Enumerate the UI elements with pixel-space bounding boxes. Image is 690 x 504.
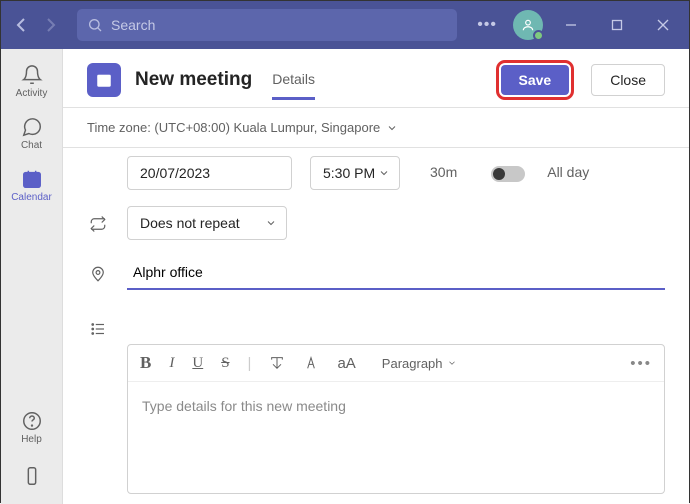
bold-button[interactable]: B [140,353,151,373]
editor-more-button[interactable]: ••• [630,355,652,372]
font-color-button[interactable] [303,355,319,371]
rail-device[interactable] [4,458,60,494]
content-area: New meeting Details Save Close Time zone… [63,49,689,504]
rail-calendar[interactable]: Calendar [4,160,60,210]
location-icon [87,263,109,285]
font-size-button[interactable]: aA [337,355,355,372]
rail-activity-label: Activity [16,88,48,99]
maximize-button[interactable] [599,7,635,43]
italic-button[interactable]: I [169,355,174,372]
search-icon [87,17,103,33]
highlight-button[interactable] [269,355,285,371]
paragraph-dropdown[interactable]: Paragraph [382,356,457,371]
page-title: New meeting [135,69,252,91]
rail-help-label: Help [21,434,42,445]
back-button[interactable] [9,13,33,37]
forward-button[interactable] [39,13,63,37]
timezone-label: Time zone: (UTC+08:00) Kuala Lumpur, Sin… [87,120,380,135]
editor-body[interactable]: Type details for this new meeting [128,382,664,493]
search-box[interactable] [77,9,457,41]
rail-chat-label: Chat [21,140,42,151]
editor: B I U S | aA Paragraph ••• Type details … [127,344,665,494]
tab-details[interactable]: Details [272,65,315,100]
avatar[interactable] [513,10,543,40]
date-input[interactable] [127,156,292,190]
allday-label: All day [547,156,589,188]
time-input[interactable] [310,156,400,190]
minimize-button[interactable] [553,7,589,43]
save-button[interactable]: Save [501,65,570,95]
repeat-select[interactable] [127,206,287,240]
meeting-icon [87,63,121,97]
repeat-icon [87,213,109,235]
separator: | [248,355,252,372]
close-button[interactable]: Close [591,64,665,96]
search-input[interactable] [111,17,447,33]
rail-calendar-label: Calendar [11,192,52,203]
list-icon [87,318,109,340]
rail-chat[interactable]: Chat [4,108,60,158]
allday-toggle[interactable] [491,166,525,182]
duration-label[interactable]: 30m [426,156,461,188]
app-rail: Activity Chat Calendar Help [1,49,63,504]
location-input[interactable] [127,256,665,290]
rail-help[interactable]: Help [4,402,60,452]
chevron-down-icon [386,122,398,134]
more-button[interactable]: ••• [471,16,503,34]
timezone-row[interactable]: Time zone: (UTC+08:00) Kuala Lumpur, Sin… [63,108,689,148]
rail-activity[interactable]: Activity [4,56,60,106]
strike-button[interactable]: S [221,355,229,372]
close-window-button[interactable] [645,7,681,43]
presence-indicator [533,30,544,41]
title-bar: ••• [1,1,689,49]
underline-button[interactable]: U [192,355,203,372]
